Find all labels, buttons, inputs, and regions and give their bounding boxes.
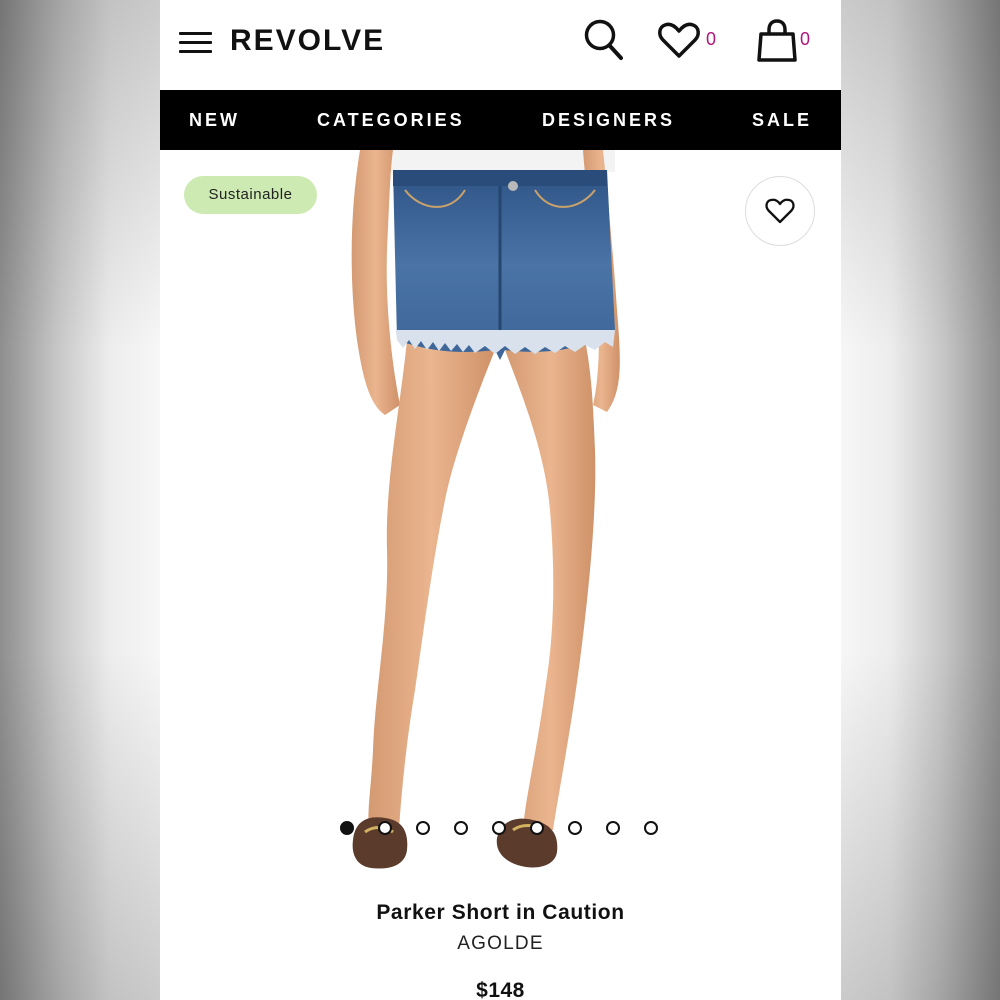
product-info: Parker Short in Caution AGOLDE $148 (160, 886, 841, 1000)
product-name[interactable]: Parker Short in Caution (160, 901, 841, 925)
brand-name[interactable]: AGOLDE (160, 933, 841, 955)
carousel-dot-3[interactable] (416, 821, 430, 835)
sustainable-badge: Sustainable (184, 176, 317, 214)
carousel-dot-9[interactable] (644, 821, 658, 835)
backdrop-left (0, 0, 160, 1000)
menu-icon[interactable] (179, 32, 212, 54)
bag-count: 0 (800, 29, 811, 49)
top-header: REVOLVE 0 0 (160, 0, 841, 90)
carousel-dot-4[interactable] (454, 821, 468, 835)
wishlist-count: 0 (706, 29, 717, 49)
carousel-dot-8[interactable] (606, 821, 620, 835)
app-screen: REVOLVE 0 0 NEW CATEGORIES DESIGNERS SAL… (160, 0, 841, 1000)
nav-item-sale[interactable]: SALE (752, 90, 812, 150)
product-photo (351, 150, 620, 869)
backdrop-right (840, 0, 1000, 1000)
nav-item-designers[interactable]: DESIGNERS (542, 90, 675, 150)
carousel-pagination (340, 821, 670, 835)
product-price: $148 (476, 979, 525, 1000)
carousel-dot-5[interactable] (492, 821, 506, 835)
carousel-dot-7[interactable] (568, 821, 582, 835)
logo[interactable]: REVOLVE (230, 24, 385, 58)
favorite-button[interactable] (745, 176, 815, 246)
carousel-dot-1[interactable] (340, 821, 354, 835)
wishlist-heart-icon[interactable] (657, 18, 701, 67)
shopping-bag-icon[interactable] (755, 18, 799, 69)
carousel-dot-2[interactable] (378, 821, 392, 835)
heart-icon (765, 198, 795, 224)
search-icon[interactable] (583, 18, 625, 67)
category-nav: NEW CATEGORIES DESIGNERS SALE (160, 90, 841, 150)
nav-item-new[interactable]: NEW (189, 90, 240, 150)
nav-item-categories[interactable]: CATEGORIES (317, 90, 465, 150)
carousel-dot-6[interactable] (530, 821, 544, 835)
product-image-carousel[interactable]: Sustainable (160, 150, 841, 886)
